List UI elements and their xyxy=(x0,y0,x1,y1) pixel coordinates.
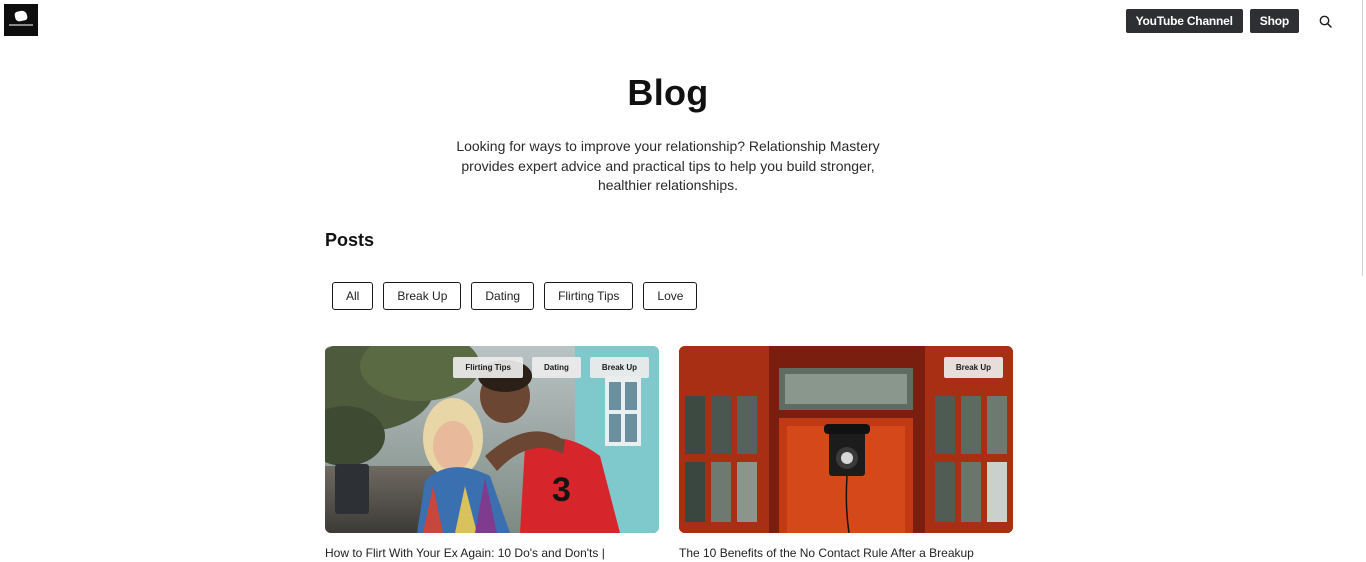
tag-break-up[interactable]: Break Up xyxy=(589,357,649,378)
posts-heading: Posts xyxy=(325,230,375,250)
shop-button[interactable]: Shop xyxy=(1249,9,1299,33)
filter-all[interactable]: All xyxy=(332,282,374,310)
svg-text:3: 3 xyxy=(552,471,571,509)
category-filters: All Break Up Dating Flirting Tips Love xyxy=(332,282,707,310)
scrollbar-edge xyxy=(1362,0,1363,276)
post-card[interactable]: Break Up The 10 Benefits of the No Conta… xyxy=(679,346,1013,561)
blog-page: YouTube Channel Shop Blog Looking for wa… xyxy=(0,0,1366,562)
search-button[interactable] xyxy=(1312,9,1338,33)
page-description: Looking for ways to improve your relatio… xyxy=(456,138,880,193)
post-tags: Flirting Tips Dating Break Up xyxy=(444,357,649,378)
tag-dating[interactable]: Dating xyxy=(531,357,581,378)
post-title[interactable]: How to Flirt With Your Ex Again: 10 Do's… xyxy=(325,545,659,561)
post-card[interactable]: 3 Flirting Tips Dating Break Up How to F… xyxy=(325,346,659,561)
header-actions: YouTube Channel Shop xyxy=(1125,9,1338,33)
page-title: Blog xyxy=(627,72,709,113)
post-card-image[interactable]: Break Up xyxy=(679,346,1013,533)
search-icon xyxy=(1319,15,1332,28)
filter-love[interactable]: Love xyxy=(643,282,698,310)
filter-dating[interactable]: Dating xyxy=(471,282,535,310)
post-card-image[interactable]: 3 Flirting Tips Dating Break Up xyxy=(325,346,659,533)
post-title[interactable]: The 10 Benefits of the No Contact Rule A… xyxy=(679,545,1013,561)
tag-break-up[interactable]: Break Up xyxy=(943,357,1003,378)
brand-logo-wordmark xyxy=(9,24,33,26)
post-tags: Break Up xyxy=(935,357,1003,378)
youtube-channel-button[interactable]: YouTube Channel xyxy=(1125,9,1243,33)
filter-break-up[interactable]: Break Up xyxy=(383,282,462,310)
filter-flirting-tips[interactable]: Flirting Tips xyxy=(544,282,634,310)
brand-logo[interactable] xyxy=(4,4,38,36)
tag-flirting-tips[interactable]: Flirting Tips xyxy=(453,357,523,378)
brand-logo-icon xyxy=(14,9,28,23)
